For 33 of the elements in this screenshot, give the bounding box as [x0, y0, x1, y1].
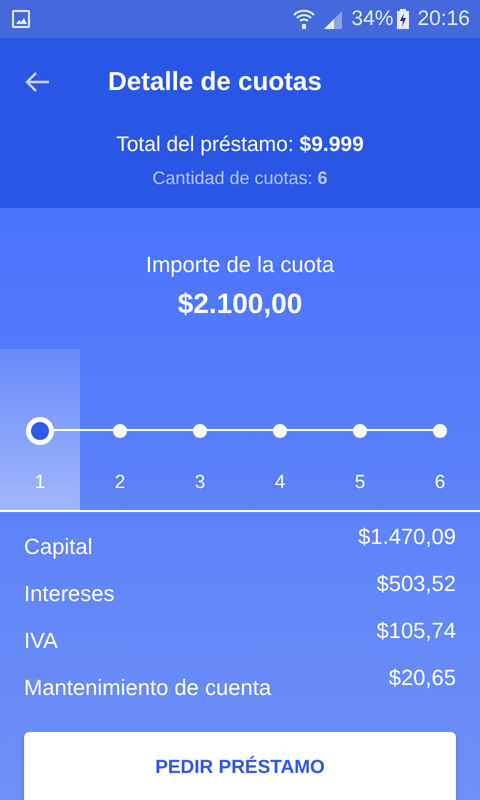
breakdown-label: Mantenimiento de cuenta	[24, 674, 272, 702]
installment-count: Cantidad de cuotas: 6	[152, 168, 328, 188]
breakdown-label: IVA	[24, 627, 58, 655]
step-number[interactable]: 5	[354, 469, 366, 498]
breakdown-label: Capital	[24, 533, 92, 561]
wifi-icon	[293, 9, 316, 29]
installment-label: Importe de la cuota	[146, 252, 334, 277]
step-dot[interactable]	[113, 424, 127, 438]
breakdown-amount: $20,65	[388, 664, 456, 692]
step-dot[interactable]	[273, 424, 287, 438]
step-number[interactable]: 4	[274, 469, 286, 498]
step-dot[interactable]	[193, 424, 207, 438]
loan-total: Total del préstamo: $9.999	[116, 133, 364, 156]
image-icon	[12, 10, 30, 28]
step-number[interactable]: 6	[434, 469, 446, 498]
step-dot[interactable]	[26, 417, 54, 445]
step-dot[interactable]	[433, 424, 447, 438]
battery-charging-icon	[397, 9, 410, 29]
request-loan-button[interactable]: PEDIR PRÉSTAMO	[24, 732, 456, 800]
breakdown-amount: $1.470,09	[358, 523, 456, 551]
back-arrow-icon[interactable]	[24, 70, 50, 92]
screen-title: Detalle de cuotas	[108, 65, 322, 98]
battery-percent: 34%	[351, 6, 394, 32]
breakdown-amount: $503,52	[376, 570, 456, 598]
installment-amount: $2.100,00	[178, 288, 302, 319]
step-number[interactable]: 2	[114, 469, 126, 498]
clock-time: 20:16	[417, 6, 470, 32]
breakdown-label: Intereses	[24, 580, 114, 608]
step-number[interactable]: 3	[194, 469, 206, 498]
step-number[interactable]: 1	[34, 469, 46, 498]
step-dot[interactable]	[353, 424, 367, 438]
breakdown-amount: $105,74	[376, 617, 456, 645]
signal-icon	[323, 9, 344, 29]
